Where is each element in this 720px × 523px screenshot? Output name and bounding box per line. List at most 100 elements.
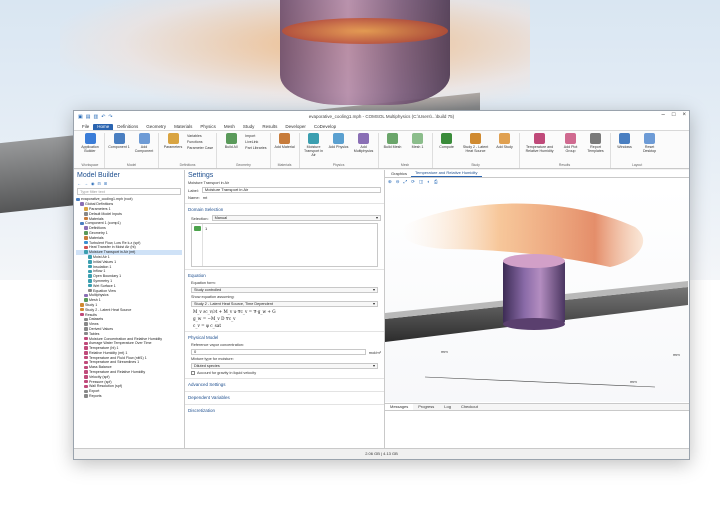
add-component-button[interactable]: Add Component: [133, 133, 155, 153]
show-icon[interactable]: ◉: [91, 181, 95, 186]
tab-messages[interactable]: Messages: [385, 404, 414, 410]
functions-button[interactable]: Functions: [187, 140, 213, 144]
gravity-checkbox-row[interactable]: Account for gravity in liquid velocity: [185, 370, 384, 376]
ribbon-group-materials: Add Material Materials: [271, 133, 300, 168]
maximize-icon[interactable]: □: [672, 112, 676, 118]
tree-filter-input[interactable]: Type filter text: [77, 188, 181, 195]
zoom-in-icon[interactable]: ⊕: [388, 179, 392, 185]
report-templates-button[interactable]: Report Templates: [585, 133, 607, 153]
ribbon: Application Builder Workspace Component …: [74, 131, 689, 169]
tab-materials[interactable]: Materials: [170, 124, 196, 130]
tab-graphics[interactable]: Graphics: [387, 171, 411, 177]
tree-node-icon: [80, 202, 84, 206]
mesh-icon: [412, 133, 424, 144]
expand-icon[interactable]: ⊞: [104, 181, 107, 186]
collapse-icon[interactable]: ⊟: [98, 181, 101, 186]
add-material-button[interactable]: Add Material: [274, 133, 296, 149]
reset-desktop-icon: [644, 133, 656, 144]
camera-icon[interactable]: ◫: [419, 179, 423, 185]
ribbon-group-mesh: Build Mesh Mesh 1 Mesh: [379, 133, 433, 168]
discretization-header[interactable]: Discretization: [185, 404, 384, 415]
build-mesh-button[interactable]: Build Mesh: [382, 133, 404, 149]
tab-results[interactable]: Results: [258, 124, 281, 130]
import-button[interactable]: Import: [245, 134, 266, 138]
part-libraries-button[interactable]: Part Libraries: [245, 146, 266, 150]
name-field[interactable]: mt: [203, 195, 207, 200]
tab-checkout[interactable]: Checkout: [456, 404, 483, 410]
domain-selection-header[interactable]: Domain Selection: [185, 203, 384, 214]
study-icon: [470, 133, 482, 144]
equation-header[interactable]: Equation: [185, 269, 384, 280]
tab-physics[interactable]: Physics: [196, 124, 220, 130]
forward-icon[interactable]: →: [84, 181, 88, 186]
tab-codevelop[interactable]: CoDevelop: [310, 124, 340, 130]
hero-cup: [280, 0, 450, 105]
windows-button[interactable]: Windows: [614, 133, 636, 149]
tab-definitions[interactable]: Definitions: [113, 124, 142, 130]
parameters-button[interactable]: Parameters: [162, 133, 184, 149]
build-all-button[interactable]: Build All: [220, 133, 242, 149]
study2-button[interactable]: Study 2 - Latent Heat Source: [461, 133, 491, 153]
tab-log[interactable]: Log: [439, 404, 456, 410]
tree-item-label: Default Model Inputs: [89, 211, 122, 216]
tree-node-icon: [88, 283, 92, 288]
moisture-transport-button[interactable]: Moisture Transport in Air: [303, 133, 325, 157]
zoom-out-icon[interactable]: ⊖: [396, 179, 400, 185]
rotate-icon[interactable]: ⟳: [411, 179, 415, 185]
graphics-canvas[interactable]: mm mm mm: [385, 187, 689, 402]
domain-selection-list[interactable]: 1: [191, 223, 378, 267]
mixture-type-dropdown[interactable]: Diluted species: [191, 363, 378, 369]
close-icon[interactable]: ×: [682, 112, 686, 118]
tab-geometry[interactable]: Geometry: [142, 124, 170, 130]
ribbon-group-results: Temperature and Relative Humidity Add Pl…: [520, 133, 611, 168]
print-icon[interactable]: ⎙: [434, 179, 438, 185]
tree-item[interactable]: Reports: [76, 394, 182, 399]
add-multiphysics-button[interactable]: Add Multiphysics: [353, 133, 375, 153]
equation-form-dropdown[interactable]: Study controlled: [191, 287, 378, 293]
add-study-button[interactable]: Add Study: [494, 133, 516, 149]
tab-home[interactable]: Home: [93, 124, 114, 130]
tree-node-icon: [84, 298, 88, 302]
show-equation-dropdown[interactable]: Study 2 - Latent Heat Source, Time Depen…: [191, 301, 378, 307]
ref-concentration-field[interactable]: 0: [191, 349, 366, 355]
temp-humidity-plot-button[interactable]: Temperature and Relative Humidity: [523, 133, 557, 153]
tree-node-icon: [76, 197, 80, 202]
tree-node-icon: [84, 351, 88, 355]
model-builder-toolbar: ← → ◉ ⊟ ⊞: [77, 180, 181, 187]
advanced-settings-header[interactable]: Advanced Settings: [185, 378, 384, 389]
render-icon[interactable]: ◐: [427, 179, 430, 185]
tab-developer[interactable]: Developer: [281, 124, 310, 130]
ribbon-group-definitions: Parameters Variables Functions Parameter…: [159, 133, 218, 168]
zoom-extents-icon[interactable]: ⤢: [404, 179, 408, 185]
tab-temp-humidity[interactable]: Temperature and Relative Humidity: [411, 170, 482, 177]
compute-button[interactable]: Compute: [436, 133, 458, 149]
add-plot-group-button[interactable]: Add Plot Group: [560, 133, 582, 153]
application-builder-button[interactable]: Application Builder: [79, 133, 101, 153]
parameter-case-button[interactable]: Parameter Case: [187, 146, 213, 150]
tree-item-label: evaporative_cooling1.mph (root): [81, 197, 133, 202]
compute-icon: [441, 133, 453, 144]
physical-model-header[interactable]: Physical Model: [185, 331, 384, 342]
livelink-button[interactable]: LiveLink: [245, 140, 266, 144]
window-title: evaporative_cooling1.mph - COMSOL Multip…: [308, 114, 455, 119]
back-icon[interactable]: ←: [77, 181, 81, 186]
status-bar: 2.06 GB | 4.13 GB: [74, 448, 689, 459]
minimize-icon[interactable]: –: [662, 112, 665, 118]
tab-file[interactable]: File: [78, 124, 93, 130]
component-button[interactable]: Component 1: [108, 133, 130, 149]
variables-button[interactable]: Variables: [187, 134, 213, 138]
label-field[interactable]: Moisture Transport in Air: [201, 187, 381, 193]
reset-desktop-button[interactable]: Reset Desktop: [639, 133, 661, 153]
tab-study[interactable]: Study: [239, 124, 259, 130]
mesh1-button[interactable]: Mesh 1: [407, 133, 429, 149]
tree-node-icon: [88, 269, 92, 274]
tab-progress[interactable]: Progress: [413, 404, 439, 410]
add-physics-button[interactable]: Add Physics: [328, 133, 350, 149]
selection-dropdown[interactable]: Manual: [211, 215, 381, 221]
gravity-checkbox[interactable]: [191, 371, 195, 375]
tab-mesh[interactable]: Mesh: [220, 124, 239, 130]
active-toggle-icon[interactable]: [193, 226, 201, 231]
tree-item-label: Study 1: [85, 302, 98, 307]
dependent-variables-header[interactable]: Dependent Variables: [185, 391, 384, 402]
tree-item-label: Study 2 - Latent Heat Source: [85, 307, 132, 312]
